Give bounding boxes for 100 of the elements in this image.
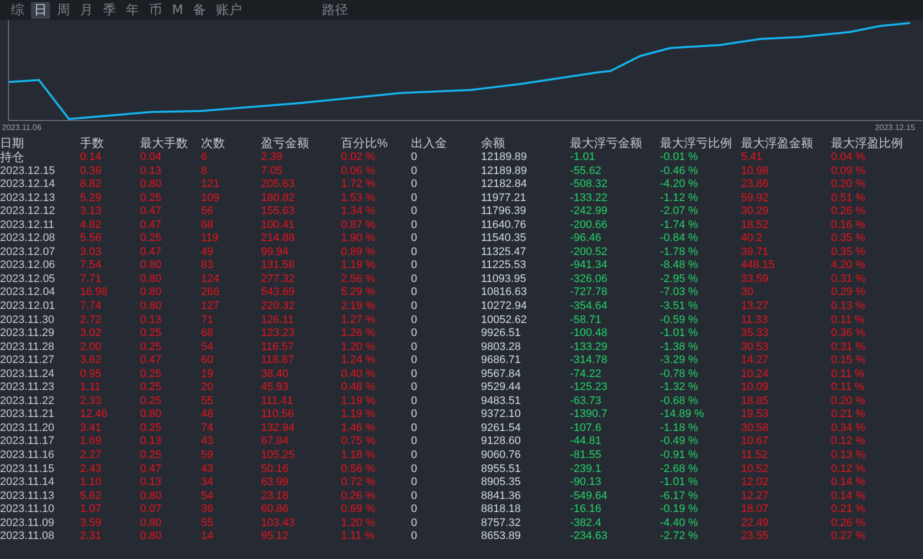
table-cell: 0.36 % <box>831 327 866 341</box>
table-cell: -1.01 % <box>660 476 698 490</box>
table-cell: 0.20 % <box>831 178 866 192</box>
table-cell: 0.25 <box>140 327 162 341</box>
table-cell: 0.69 % <box>341 503 376 517</box>
axis-date-label: 2023.12.15 <box>874 122 915 134</box>
column-header: 最大浮亏比例 <box>660 135 732 151</box>
table-cell: -1.78 % <box>660 246 698 260</box>
table-cell: -74.22 <box>570 368 602 382</box>
table-cell: 9128.60 <box>481 435 521 450</box>
table-cell: 0.04 <box>140 151 162 165</box>
table-cell: 7.74 <box>80 300 102 314</box>
table-cell: 1.90 % <box>341 232 376 246</box>
table-cell: 0 <box>411 354 418 368</box>
table-cell: 2023.11.22 <box>0 394 54 408</box>
table-cell: 5.41 <box>741 151 762 165</box>
table-cell: -6.17 % <box>660 490 698 504</box>
table-cell: 0.80 <box>140 272 162 286</box>
table-cell: 8841.36 <box>481 490 521 504</box>
table-cell: 18.07 <box>741 503 769 517</box>
table-cell: -1.12 % <box>660 192 698 206</box>
table-cell: 118.87 <box>261 354 294 368</box>
table-cell: 0.04 % <box>831 151 866 165</box>
table-cell: 0.27 % <box>831 530 866 544</box>
table-cell: -1390.7 <box>570 408 608 422</box>
table-cell: 0 <box>411 218 418 232</box>
table-cell: 8653.89 <box>481 530 521 544</box>
table-cell: 2.00 <box>80 340 102 354</box>
table-cell: 3.03 <box>80 246 102 260</box>
table-cell: 9529.44 <box>481 381 521 395</box>
table-cell: -125.23 <box>570 381 608 395</box>
table-cell: 55 <box>201 394 214 408</box>
table-cell: 20 <box>201 381 214 395</box>
table-cell: -200.52 <box>570 246 608 260</box>
tab[interactable]: 账户 <box>213 2 246 18</box>
table-cell: 3.59 <box>80 516 102 530</box>
table-cell: 1.19 % <box>341 408 376 422</box>
table-cell: 56 <box>201 205 214 219</box>
table-cell: 1.07 <box>80 503 102 517</box>
table-cell: 0.25 <box>140 192 162 206</box>
table-cell: 0.16 % <box>831 218 866 232</box>
table-cell: 0.07 <box>140 503 162 517</box>
tab[interactable]: 币 <box>146 2 165 18</box>
table-cell: -0.59 % <box>660 314 698 328</box>
tab[interactable]: 备 <box>190 2 210 18</box>
table-cell: 8818.18 <box>481 503 521 517</box>
table-cell: 1.11 <box>80 381 101 395</box>
tab[interactable]: 路径 <box>319 2 352 18</box>
table-cell: 0.31 % <box>831 272 866 286</box>
table-cell: -2.72 % <box>660 530 698 544</box>
table-cell: -4.40 % <box>660 516 698 530</box>
table-cell: 22.49 <box>741 516 769 530</box>
table-cell: 18.52 <box>741 218 769 232</box>
table-cell: -0.91 % <box>660 449 698 463</box>
table-cell: 8905.35 <box>481 476 521 490</box>
table-cell: 0 <box>411 449 418 463</box>
column-header: 百分比% <box>341 135 388 151</box>
table-cell: 0 <box>411 272 418 286</box>
tab[interactable]: 综 <box>8 2 27 18</box>
table-cell: -44.81 <box>570 435 602 450</box>
table-cell: 109 <box>201 192 220 206</box>
tab[interactable]: 年 <box>123 2 142 18</box>
table-cell: 10052.62 <box>481 314 527 328</box>
column-header: 最大手数 <box>140 135 188 151</box>
table-cell: 0.56 % <box>341 462 376 476</box>
table-cell: 2023.12.05 <box>0 272 56 286</box>
table-cell: 0 <box>411 327 418 341</box>
table-cell: 2.27 <box>80 449 102 463</box>
table-cell: 50.16 <box>261 462 289 476</box>
table-cell: 8757.32 <box>481 516 521 530</box>
table-cell: 1.24 % <box>341 354 376 368</box>
table-cell: 60 <box>201 354 214 368</box>
table-cell: -239.1 <box>570 462 602 476</box>
table-cell: 2023.11.27 <box>0 354 54 368</box>
table-cell: 0.36 <box>80 164 102 178</box>
column-header: 盈亏金额 <box>261 135 309 151</box>
table-cell: 1.18 % <box>341 449 376 463</box>
tab[interactable]: 周 <box>54 2 73 18</box>
table-cell: 1.46 % <box>341 422 376 436</box>
table-cell: 0.14 <box>80 151 102 165</box>
table-cell: 131.58 <box>261 259 295 273</box>
tab[interactable]: 月 <box>77 2 96 18</box>
table-cell: 5.56 <box>80 232 102 246</box>
table-cell: 18.85 <box>741 394 769 408</box>
table-cell: -1.18 % <box>660 422 698 436</box>
tab[interactable]: M <box>169 2 186 18</box>
table-cell: 124 <box>201 272 220 286</box>
table-cell: 0.47 <box>140 218 162 232</box>
table-cell: 0.80 <box>140 516 162 530</box>
table-cell: 0.47 <box>140 354 162 368</box>
table-cell: 1.72 % <box>341 178 376 192</box>
table-cell: 14.27 <box>741 354 769 368</box>
tab[interactable]: 日 <box>31 2 50 18</box>
table-cell: 1.53 % <box>341 192 376 206</box>
table-cell: 3.13 <box>80 205 102 219</box>
table-cell: 2023.11.09 <box>0 516 54 530</box>
table-cell: -133.22 <box>570 192 608 206</box>
table-cell: 127 <box>201 300 220 314</box>
tab[interactable]: 季 <box>100 2 119 18</box>
table-cell: 1.19 % <box>341 394 376 408</box>
